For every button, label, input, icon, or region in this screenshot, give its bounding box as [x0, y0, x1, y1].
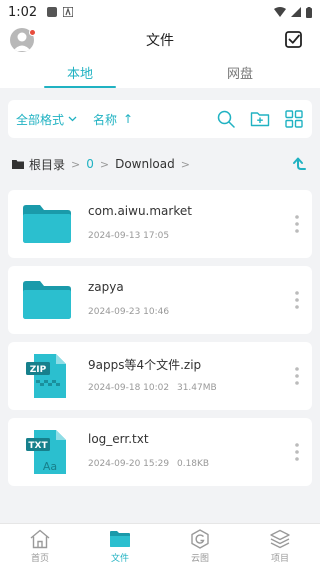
signal-icon	[291, 7, 301, 17]
nav-label-home: 首页	[30, 554, 49, 564]
more-options-icon[interactable]	[294, 442, 300, 462]
file-list-item[interactable]: com.aiwu.market 2024-09-13 17:05	[8, 190, 312, 258]
file-list-item[interactable]: zapya 2024-09-23 10:46	[8, 266, 312, 334]
multi-select-button[interactable]	[284, 30, 304, 50]
zip-file-icon: ZIP	[26, 354, 66, 398]
breadcrumb-level-1[interactable]: 0	[86, 157, 94, 171]
battery-icon	[306, 6, 312, 18]
status-time: 1:02	[8, 4, 38, 20]
notification-icon	[47, 7, 58, 17]
chevron-right-icon: >	[99, 157, 110, 171]
txt-badge-text: TXT	[28, 441, 48, 451]
nav-item-cloud-image[interactable]: 云图	[160, 524, 240, 569]
sort-arrow-icon: ↑	[123, 112, 134, 126]
grid-view-icon[interactable]	[284, 109, 304, 129]
search-icon[interactable]	[216, 109, 236, 129]
folder-icon	[23, 205, 71, 243]
nav-label-projects: 项目	[270, 554, 289, 564]
file-name: zapya	[88, 280, 124, 294]
home-icon	[30, 529, 50, 549]
status-bar: 1:02	[0, 0, 320, 24]
folder-icon	[12, 160, 24, 169]
file-list-item[interactable]: TXT Aa log_err.txt 2024-09-20 15:29 0.18…	[8, 418, 312, 486]
chevron-right-icon: >	[180, 157, 190, 171]
cloud-image-icon	[191, 529, 209, 549]
file-meta: 2024-09-18 10:02 31.47MB	[88, 383, 217, 393]
nav-item-files[interactable]: 文件	[80, 524, 160, 569]
more-options-icon[interactable]	[294, 214, 300, 234]
folder-icon	[23, 281, 71, 319]
breadcrumb-root[interactable]: 根目录	[29, 156, 65, 173]
file-meta: 2024-09-20 15:29 0.18KB	[88, 459, 209, 469]
nav-label-cloud-image: 云图	[190, 554, 209, 564]
file-name: log_err.txt	[88, 432, 149, 446]
notification-a-icon	[63, 7, 74, 17]
chevron-right-icon: >	[71, 157, 81, 171]
nav-item-projects[interactable]: 项目	[240, 524, 320, 569]
app-header: 文件	[0, 24, 320, 58]
more-options-icon[interactable]	[294, 290, 300, 310]
page-title: 文件	[146, 33, 174, 49]
file-date: 2024-09-20 15:29	[88, 459, 170, 469]
file-size: 0.18KB	[176, 459, 210, 469]
file-date: 2024-09-13 17:05	[88, 231, 170, 241]
file-size: 31.47MB	[176, 383, 217, 393]
sort-label: 名称	[93, 112, 118, 127]
more-options-icon[interactable]	[294, 366, 300, 386]
file-name: 9apps等4个文件.zip	[88, 358, 202, 372]
go-up-icon[interactable]	[290, 155, 308, 173]
format-filter-dropdown[interactable]: 全部格式	[16, 111, 77, 128]
sort-button[interactable]: 名称 ↑	[93, 111, 133, 128]
wifi-icon	[274, 7, 286, 17]
txt-file-icon: TXT Aa	[26, 430, 66, 474]
new-folder-icon[interactable]	[250, 109, 270, 129]
breadcrumb-level-2[interactable]: Download	[115, 157, 175, 171]
file-name: com.aiwu.market	[88, 204, 192, 218]
file-date: 2024-09-23 10:46	[88, 307, 170, 317]
file-toolbar: 全部格式 名称 ↑	[8, 100, 312, 138]
breadcrumb: 根目录 > 0 > Download >	[12, 154, 308, 174]
layers-icon	[270, 529, 290, 549]
folder-icon	[110, 531, 130, 547]
tab-bar: 本地 网盘	[0, 58, 320, 88]
nav-label-files: 文件	[110, 554, 129, 564]
zip-badge-text: ZIP	[30, 365, 47, 375]
txt-glyph-text: Aa	[43, 460, 57, 473]
file-list-item[interactable]: ZIP 9apps等4个文件.zip 2024-09-18 10:02 31.4…	[8, 342, 312, 410]
chevron-down-icon	[68, 116, 77, 122]
bottom-nav: 首页 文件 云图 项目	[0, 523, 320, 569]
file-meta: 2024-09-13 17:05	[88, 231, 169, 241]
file-meta: 2024-09-23 10:46	[88, 307, 169, 317]
tab-local[interactable]: 本地	[0, 58, 160, 88]
nav-item-home[interactable]: 首页	[0, 524, 80, 569]
tab-cloud-drive[interactable]: 网盘	[160, 58, 320, 88]
format-filter-label: 全部格式	[16, 112, 65, 127]
file-date: 2024-09-18 10:02	[88, 383, 170, 393]
